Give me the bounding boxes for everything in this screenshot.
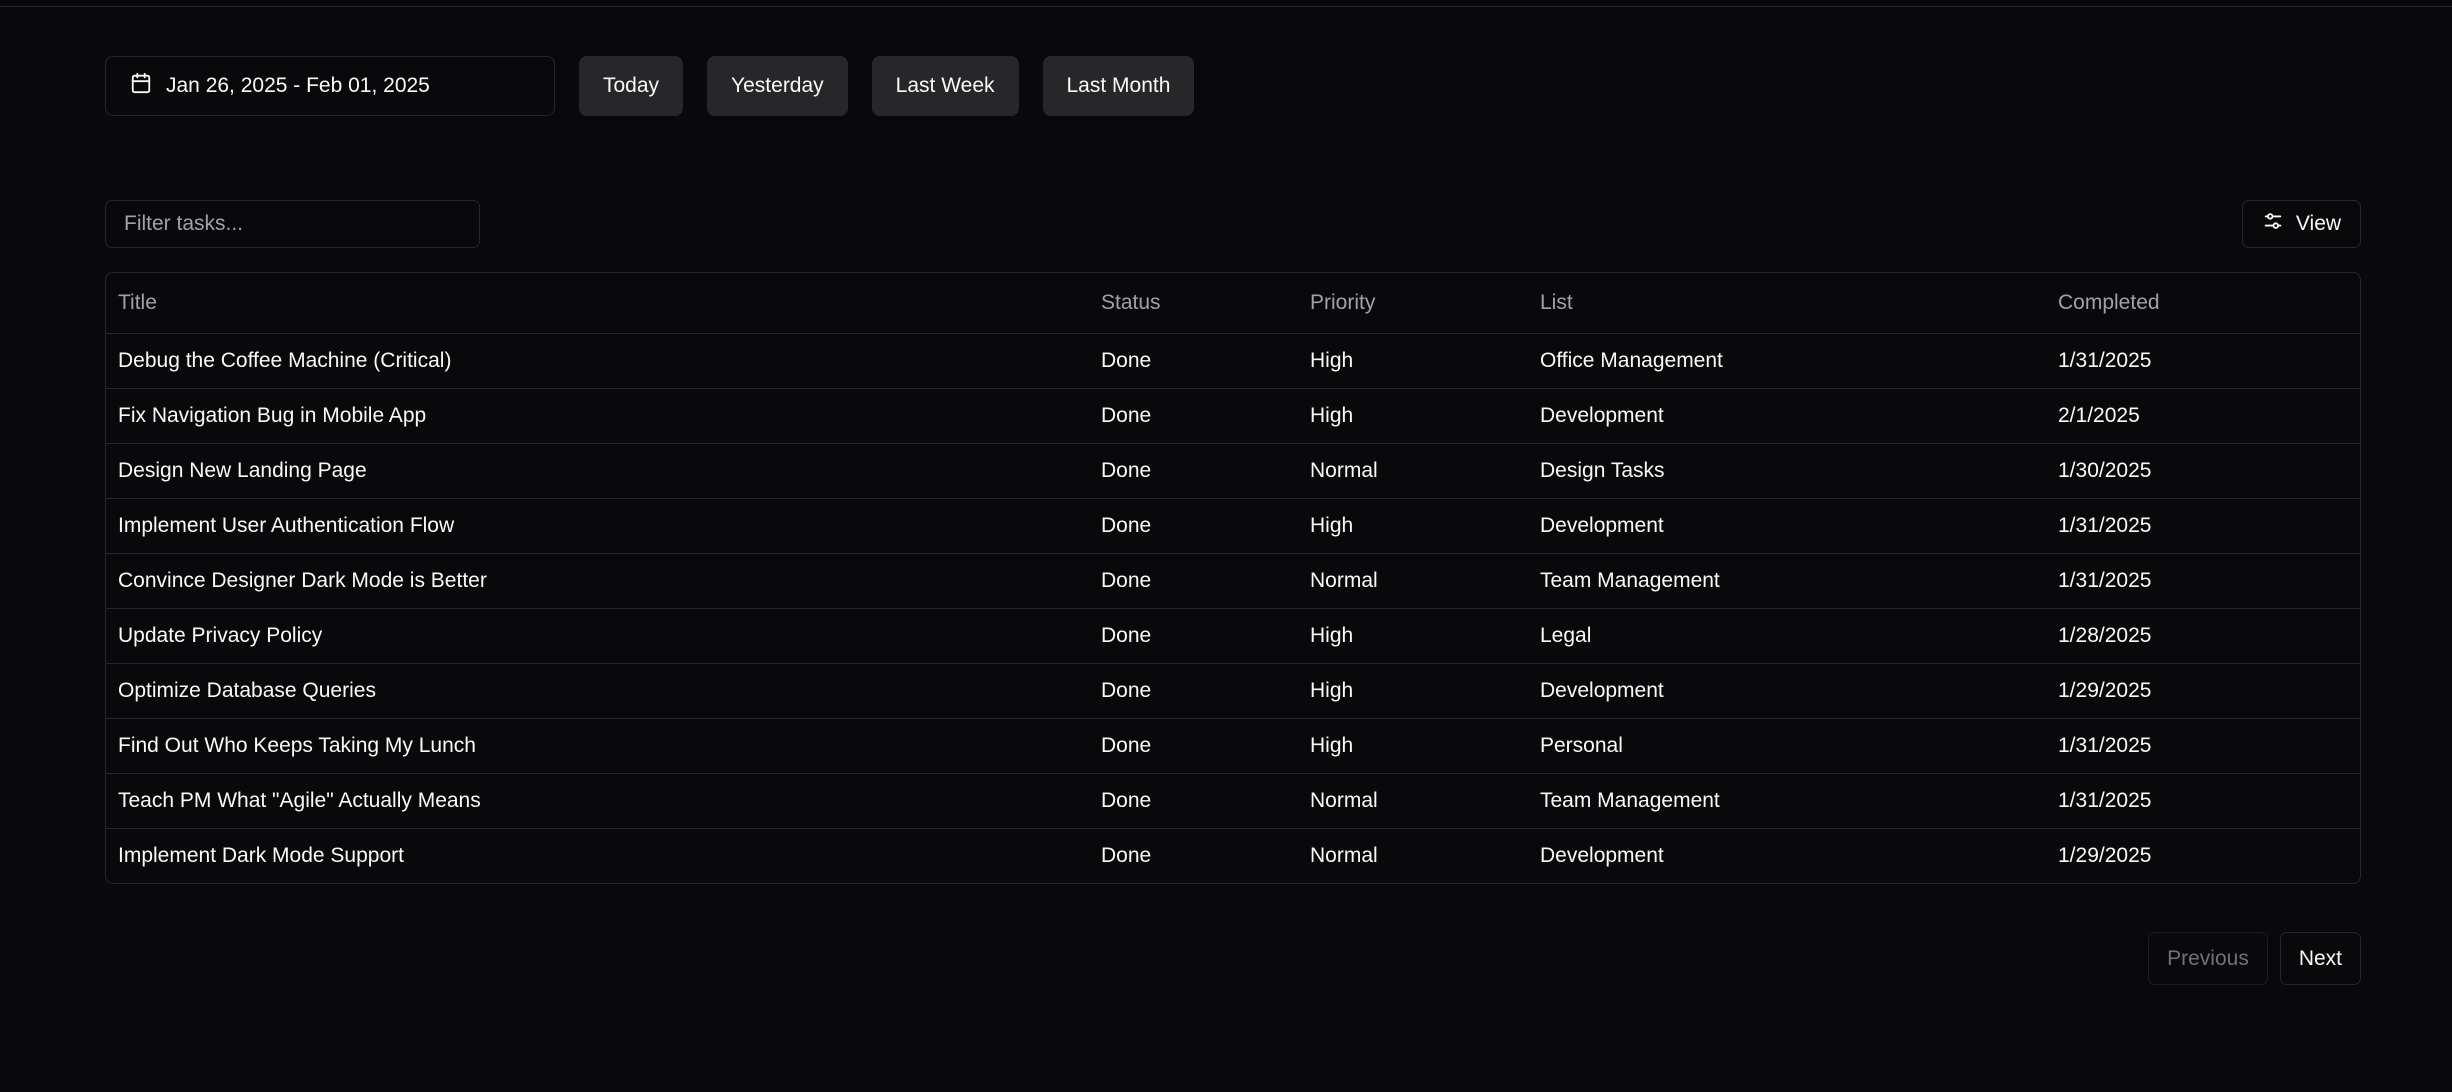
cell-title: Optimize Database Queries <box>106 663 1089 719</box>
cell-completed: 1/28/2025 <box>2046 608 2360 664</box>
column-header-list[interactable]: List <box>1528 273 2046 334</box>
cell-priority: Normal <box>1310 844 1378 867</box>
table-row[interactable]: Implement User Authentication Flow Done … <box>106 498 2360 554</box>
cell-priority: High <box>1298 388 1528 444</box>
cell-status: Done <box>1101 844 1152 867</box>
column-header-status[interactable]: Status <box>1089 273 1298 334</box>
cell-completed: 1/31/2025 <box>2046 498 2360 554</box>
cell-status: Done <box>1089 608 1298 664</box>
cell-title: Implement User Authentication Flow <box>106 498 1089 554</box>
cell-status: Done <box>1089 333 1298 389</box>
cell-list: Team Management <box>1528 553 2046 609</box>
table-header-row: Title Status Priority List Completed <box>106 273 2360 334</box>
cell-status: Done <box>1089 388 1298 444</box>
cell-list: Development <box>1528 388 2046 444</box>
pagination: Previous Next <box>2148 932 2361 985</box>
cell-list: Team Management <box>1528 773 2046 829</box>
cell-status: Done <box>1089 663 1298 719</box>
date-range-label: Jan 26, 2025 - Feb 01, 2025 <box>166 74 430 97</box>
cell-title: Debug the Coffee Machine (Critical) <box>106 333 1089 389</box>
preset-yesterday-button[interactable]: Yesterday <box>707 56 848 116</box>
cell-priority: High <box>1298 663 1528 719</box>
cell-priority: High <box>1298 333 1528 389</box>
tasks-table: Title Status Priority List Completed Deb… <box>105 272 2361 884</box>
column-header-completed[interactable]: Completed <box>2046 273 2360 334</box>
cell-completed: 1/29/2025 <box>2046 663 2360 719</box>
date-range-picker[interactable]: Jan 26, 2025 - Feb 01, 2025 <box>105 56 555 116</box>
cell-completed: 1/29/2025 <box>2058 844 2152 867</box>
cell-completed: 1/31/2025 <box>2046 718 2360 774</box>
cell-title: Teach PM What "Agile" Actually Means <box>106 773 1089 829</box>
cell-title: Design New Landing Page <box>106 443 1089 499</box>
cell-priority: Normal <box>1298 443 1528 499</box>
cell-completed: 1/31/2025 <box>2046 333 2360 389</box>
column-header-priority[interactable]: Priority <box>1298 273 1528 334</box>
cell-completed: 1/31/2025 <box>2046 553 2360 609</box>
calendar-icon <box>130 72 152 100</box>
date-toolbar: Jan 26, 2025 - Feb 01, 2025 Today Yester… <box>105 56 1195 116</box>
table-row[interactable]: Implement Dark Mode Support Done Normal … <box>106 829 2360 884</box>
cell-title: Find Out Who Keeps Taking My Lunch <box>106 718 1089 774</box>
cell-status: Done <box>1089 443 1298 499</box>
view-options-button[interactable]: View <box>2242 200 2361 248</box>
top-divider <box>0 6 2452 7</box>
cell-list: Design Tasks <box>1528 443 2046 499</box>
view-button-label: View <box>2295 212 2342 235</box>
table-row[interactable]: Debug the Coffee Machine (Critical) Done… <box>106 333 2360 389</box>
cell-priority: Normal <box>1298 773 1528 829</box>
next-page-button[interactable]: Next <box>2279 932 2361 985</box>
cell-title: Convince Designer Dark Mode is Better <box>106 553 1089 609</box>
filter-tasks-input[interactable] <box>105 200 480 248</box>
cell-status: Done <box>1089 773 1298 829</box>
cell-completed: 1/31/2025 <box>2046 773 2360 829</box>
cell-completed: 2/1/2025 <box>2046 388 2360 444</box>
cell-list: Office Management <box>1528 333 2046 389</box>
cell-list: Development <box>1540 844 1664 867</box>
table-row[interactable]: Optimize Database Queries Done High Deve… <box>106 663 2360 719</box>
cell-title: Implement Dark Mode Support <box>118 844 404 867</box>
cell-priority: High <box>1298 608 1528 664</box>
cell-list: Legal <box>1528 608 2046 664</box>
cell-completed: 1/30/2025 <box>2046 443 2360 499</box>
cell-priority: Normal <box>1298 553 1528 609</box>
table-row[interactable]: Design New Landing Page Done Normal Desi… <box>106 443 2360 499</box>
table-row[interactable]: Update Privacy Policy Done High Legal 1/… <box>106 608 2360 664</box>
cell-list: Development <box>1528 498 2046 554</box>
preset-last-month-button[interactable]: Last Month <box>1042 56 1195 116</box>
table-row[interactable]: Fix Navigation Bug in Mobile App Done Hi… <box>106 388 2360 444</box>
cell-priority: High <box>1298 498 1528 554</box>
table-row[interactable]: Convince Designer Dark Mode is Better Do… <box>106 553 2360 609</box>
cell-priority: High <box>1298 718 1528 774</box>
cell-status: Done <box>1089 498 1298 554</box>
cell-status: Done <box>1089 718 1298 774</box>
cell-title: Fix Navigation Bug in Mobile App <box>106 388 1089 444</box>
sliders-icon <box>2262 210 2284 238</box>
column-header-title[interactable]: Title <box>106 273 1089 334</box>
preset-today-button[interactable]: Today <box>579 56 684 116</box>
previous-page-button[interactable]: Previous <box>2148 932 2268 985</box>
table-row[interactable]: Find Out Who Keeps Taking My Lunch Done … <box>106 718 2360 774</box>
cell-title: Update Privacy Policy <box>106 608 1089 664</box>
cell-status: Done <box>1089 553 1298 609</box>
cell-list: Personal <box>1528 718 2046 774</box>
cell-list: Development <box>1528 663 2046 719</box>
preset-last-week-button[interactable]: Last Week <box>871 56 1019 116</box>
table-row[interactable]: Teach PM What "Agile" Actually Means Don… <box>106 773 2360 829</box>
